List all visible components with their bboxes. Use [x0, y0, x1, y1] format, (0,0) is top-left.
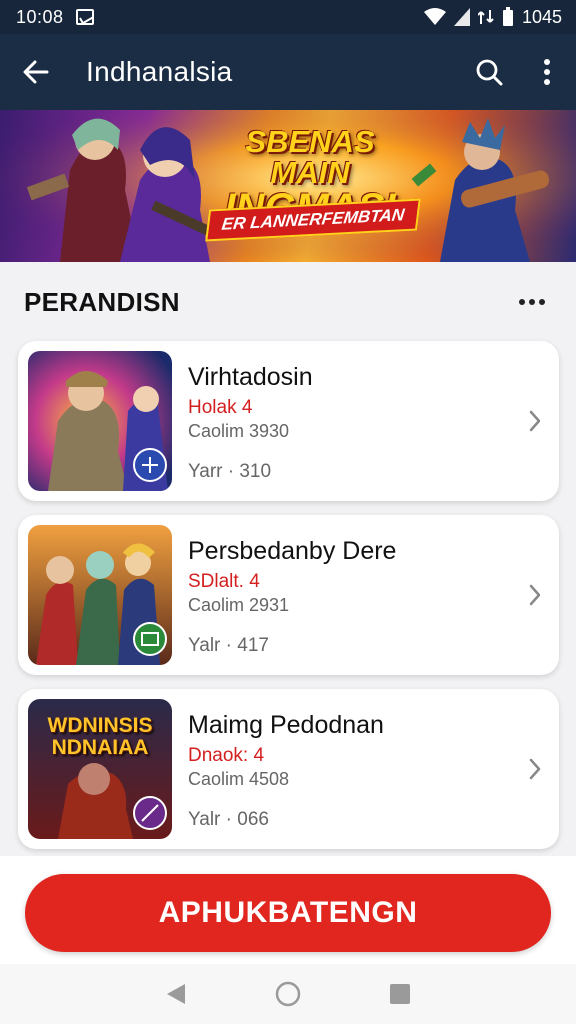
back-arrow-icon	[23, 60, 49, 84]
game-meta: Caolim 2931	[188, 595, 290, 615]
primary-action-button[interactable]: APHUKBATENGN	[25, 874, 551, 952]
chevron-right-icon	[525, 403, 545, 439]
more-horiz-dot	[529, 299, 535, 305]
section-title: PERANDISN	[24, 286, 180, 317]
game-tag: Dnaok: 4	[188, 745, 265, 766]
game-title: Maimg Pedodnan	[188, 711, 384, 739]
more-vert-icon	[544, 59, 550, 85]
cta-container: APHUKBATENGN	[0, 856, 576, 964]
section-header: PERANDISN	[0, 262, 576, 342]
promo-banner[interactable]: SBENAS MAIN INGMASI ER LANNERFEMBTAN	[0, 110, 576, 262]
game-tag: SDlalt. 4	[188, 571, 260, 592]
banner-headline-line1: SBENAS MAIN	[245, 124, 375, 190]
nav-back-icon	[167, 984, 185, 1004]
game-card-3[interactable]: WDNINSIS NDNAIAA Maimg Pedodnan Dnaok: 4…	[18, 689, 559, 849]
app-bar-actions	[460, 34, 576, 110]
game-meta: Caolim 4508	[188, 769, 290, 789]
battery-percent: 1045	[521, 6, 562, 27]
status-icons: 1045	[423, 6, 562, 28]
chevron-right-icon	[525, 577, 545, 613]
game-card-1[interactable]: Virhtadosin Holak 4 Caolim 3930 Yarr · 3…	[18, 341, 559, 501]
nav-back-button[interactable]	[120, 964, 232, 1024]
section-more-button[interactable]	[510, 280, 554, 324]
app-bar: Indhanalsia	[0, 34, 576, 110]
game-stat: Yalr · 066	[188, 809, 269, 830]
nav-recents-button[interactable]	[344, 964, 456, 1024]
nav-home-icon	[275, 981, 301, 1007]
search-icon	[476, 59, 503, 86]
game-thumbnail	[28, 351, 172, 491]
game-stat: Yarr · 310	[188, 461, 272, 482]
thumbnail-title-line1: WDNINSIS	[47, 714, 153, 737]
game-card-2[interactable]: Persbedanby Dere SDlalt. 4 Caolim 2931 Y…	[18, 515, 559, 675]
game-title: Persbedanby Dere	[188, 537, 397, 565]
app-title: Indhanalsia	[86, 56, 233, 87]
game-thumbnail	[28, 525, 172, 665]
wifi-icon	[423, 8, 446, 25]
status-time: 10:08	[16, 6, 64, 27]
chevron-right-icon	[525, 751, 545, 787]
game-tag: Holak 4	[188, 397, 253, 418]
notification-icon	[75, 9, 94, 25]
more-options-button[interactable]	[518, 34, 576, 110]
game-stat: Yalr · 417	[188, 635, 269, 656]
status-bar: 10:08 1045	[0, 0, 576, 34]
game-title: Virhtadosin	[188, 363, 313, 391]
more-horiz-icon	[519, 299, 525, 305]
data-icon	[477, 10, 494, 24]
system-nav-bar	[0, 964, 576, 1024]
game-meta: Caolim 3930	[188, 421, 290, 441]
game-thumbnail: WDNINSIS NDNAIAA	[28, 699, 172, 839]
back-button[interactable]	[0, 34, 72, 110]
nav-recents-icon	[390, 984, 410, 1004]
thumbnail-title: WDNINSIS NDNAIAA	[28, 714, 172, 760]
more-horiz-dot	[539, 299, 545, 305]
battery-icon	[502, 7, 513, 26]
thumbnail-title-line2: NDNAIAA	[51, 736, 149, 760]
search-button[interactable]	[460, 34, 518, 110]
signal-icon	[453, 8, 470, 26]
nav-home-button[interactable]	[232, 964, 344, 1024]
